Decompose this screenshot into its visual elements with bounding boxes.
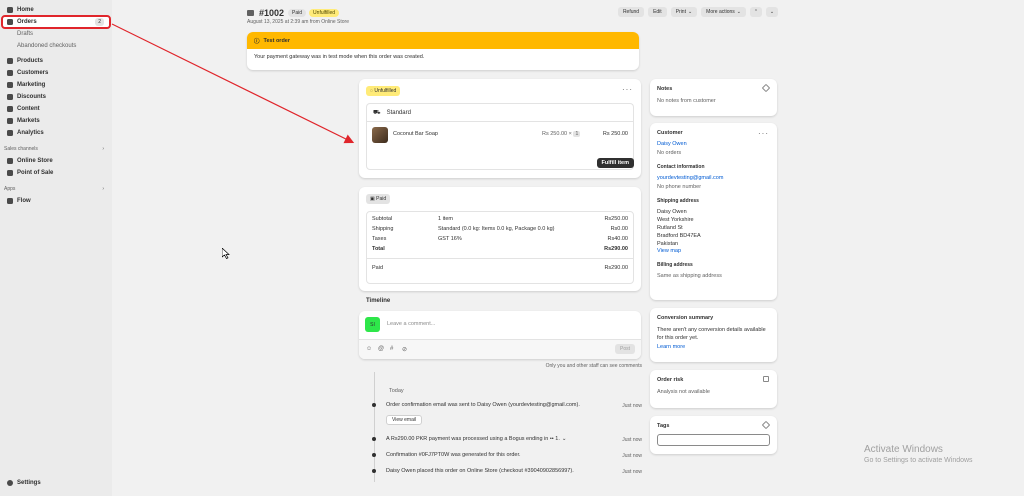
line-items: Coconut Bar Soap Rs 250.00 × 1 Rs 250.00 bbox=[366, 121, 634, 170]
timeline-dot bbox=[372, 453, 376, 457]
unfulfilled-badge: ◌ Unfulfilled bbox=[366, 86, 401, 96]
mention-icon[interactable]: @ bbox=[378, 346, 384, 352]
line-item-price: Rs 250.00 × 1 bbox=[542, 131, 581, 137]
tags-card: Tags bbox=[650, 416, 777, 454]
fulfillment-card: ··· ◌ Unfulfilled ⛟ Standard Coconut Bar … bbox=[359, 79, 641, 178]
more-actions-button[interactable]: More actions ⌄ bbox=[701, 7, 746, 17]
customer-name-link[interactable]: Daisy Owen bbox=[657, 141, 770, 147]
timeline-dot bbox=[372, 469, 376, 473]
conversion-summary-card: Conversion summary There aren't any conv… bbox=[650, 308, 777, 362]
next-order-button[interactable]: ⌄ bbox=[766, 7, 778, 17]
learn-more-link[interactable]: Learn more bbox=[657, 344, 770, 350]
order-risk-card: Order risk Analysis not available bbox=[650, 370, 777, 408]
payment-row: Subtotal 1 item Rs250.00 bbox=[372, 216, 628, 222]
order-header: #1002 Paid Unfulfilled August 13, 2025 a… bbox=[247, 7, 778, 29]
attachment-icon[interactable]: ⊘ bbox=[402, 346, 407, 353]
truck-icon: ⛟ bbox=[373, 109, 381, 116]
chevron-down-icon: ⌄ bbox=[769, 9, 775, 15]
timeline-time: Just now bbox=[622, 469, 642, 475]
customer-email-link[interactable]: yourdevtesting@gmail.com bbox=[657, 175, 770, 181]
product-thumbnail[interactable] bbox=[372, 127, 388, 143]
comment-box: SI Leave a comment... ☺ @ # ⊘ Post bbox=[359, 311, 641, 359]
info-icon: ⓘ bbox=[254, 38, 260, 45]
payment-row: Shipping Standard (0.0 kg: Items 0.0 kg, … bbox=[372, 226, 628, 232]
timeline-time: Just now bbox=[622, 453, 642, 459]
refund-button[interactable]: Refund bbox=[617, 7, 645, 17]
delivery-method: ⛟ Standard bbox=[366, 103, 634, 121]
view-email-button[interactable]: View email bbox=[386, 415, 423, 425]
line-item-total: Rs 250.00 bbox=[602, 131, 628, 137]
chevron-down-icon[interactable]: ⌄ bbox=[562, 436, 567, 442]
print-button[interactable]: Print ⌄ bbox=[670, 7, 698, 17]
shipping-address: Daisy Owen West Yorkshire Rutland St Bra… bbox=[657, 209, 701, 247]
paid-badge: ▣ Paid bbox=[366, 194, 391, 204]
fulfill-item-button[interactable]: Fulfill item bbox=[596, 158, 634, 168]
timeline-dot bbox=[372, 437, 376, 441]
product-name-link[interactable]: Coconut Bar Soap bbox=[393, 131, 438, 137]
timeline-event: Order confirmation email was sent to Dai… bbox=[372, 402, 652, 408]
comment-visibility-note: Only you and other staff can see comment… bbox=[545, 363, 642, 369]
timeline-time: Just now bbox=[622, 403, 642, 409]
payment-row-paid: Paid Rs290.00 bbox=[372, 265, 628, 271]
payment-status-badge: Paid bbox=[288, 8, 307, 17]
windows-activation-watermark: Activate Windows Go to Settings to activ… bbox=[864, 444, 973, 464]
comment-input[interactable]: Leave a comment... bbox=[387, 321, 435, 327]
timeline-time: Just now bbox=[622, 437, 642, 443]
order-icon bbox=[247, 9, 254, 16]
customer-card: ··· Customer Daisy Owen No orders Contac… bbox=[650, 123, 777, 300]
timeline-event: A Rs290.00 PKR payment was processed usi… bbox=[372, 436, 652, 442]
chevron-down-icon: ⌄ bbox=[687, 9, 693, 15]
timeline-event: Daisy Owen placed this order on Online S… bbox=[372, 468, 652, 474]
fulfillment-status-badge: Unfulfilled bbox=[309, 8, 340, 17]
test-order-banner: ⓘ Test order Your payment gateway was in … bbox=[247, 32, 639, 70]
hashtag-icon[interactable]: # bbox=[390, 346, 393, 352]
mouse-cursor-icon bbox=[222, 248, 230, 259]
timeline-day: Today bbox=[389, 388, 404, 394]
previous-order-button[interactable]: ⌃ bbox=[750, 7, 762, 17]
payment-card: ▣ Paid Subtotal 1 item Rs250.00 Shipping St… bbox=[359, 187, 641, 291]
chevron-up-icon: ⌃ bbox=[753, 9, 759, 15]
timeline-dot bbox=[372, 403, 376, 407]
more-options-icon[interactable]: ··· bbox=[758, 129, 769, 138]
timeline-event: Confirmation #0FJ7PT0W was generated for… bbox=[372, 452, 652, 458]
avatar: SI bbox=[365, 317, 380, 332]
payment-row-total: Total Rs290.00 bbox=[372, 246, 628, 252]
more-options-icon[interactable]: ··· bbox=[622, 85, 633, 94]
notes-card: Notes No notes from customer bbox=[650, 79, 777, 116]
timeline-title: Timeline bbox=[366, 298, 391, 304]
comment-toolbar: ☺ @ # ⊘ Post bbox=[359, 339, 641, 359]
post-button[interactable]: Post bbox=[614, 344, 635, 354]
payment-summary: Subtotal 1 item Rs250.00 Shipping Standard … bbox=[366, 211, 634, 284]
payment-row: Taxes GST 16% Rs40.00 bbox=[372, 236, 628, 242]
page-title: #1002 bbox=[259, 7, 285, 18]
order-subtitle: August 13, 2025 at 2:39 am from Online S… bbox=[247, 19, 350, 25]
view-map-link[interactable]: View map bbox=[657, 248, 770, 254]
edit-button[interactable]: Edit bbox=[648, 7, 667, 17]
tags-input[interactable] bbox=[657, 434, 770, 446]
timeline-events: Order confirmation email was sent to Dai… bbox=[372, 402, 642, 492]
risk-icon bbox=[763, 376, 769, 382]
emoji-icon[interactable]: ☺ bbox=[366, 346, 372, 352]
chevron-down-icon: ⌄ bbox=[736, 9, 741, 15]
